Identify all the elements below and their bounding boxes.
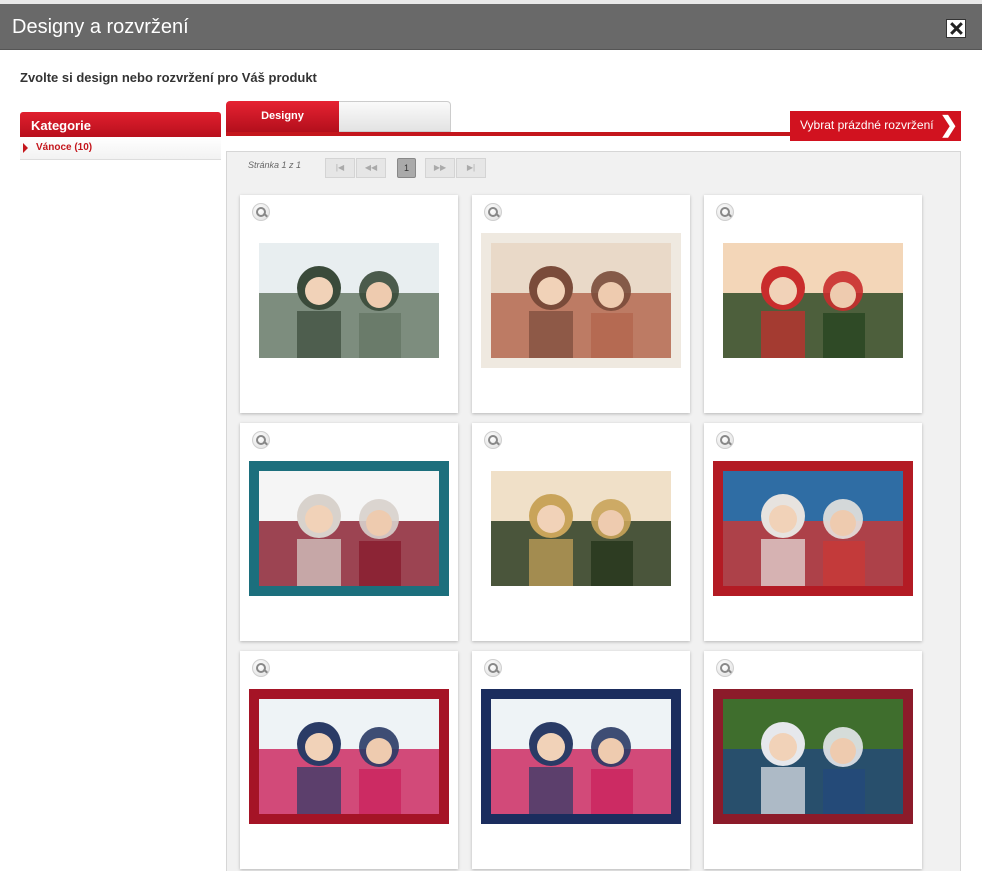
zoom-icon[interactable] <box>716 431 734 449</box>
dialog-title: Designy a rozvržení <box>12 16 189 38</box>
select-blank-layout-button[interactable]: Vybrat prázdné rozvržení ❯ <box>790 111 961 141</box>
zoom-icon[interactable] <box>716 203 734 221</box>
tab-designy[interactable]: Designy <box>226 101 339 132</box>
design-thumbnail <box>713 233 913 368</box>
design-card[interactable] <box>704 651 922 869</box>
design-thumbnail <box>249 233 449 368</box>
design-card[interactable] <box>240 651 458 869</box>
triangle-right-icon <box>23 142 28 153</box>
zoom-icon[interactable] <box>484 659 502 677</box>
category-header: Kategorie <box>20 112 221 137</box>
design-thumbnail <box>249 461 449 596</box>
design-thumbnail <box>481 461 681 596</box>
pager-prev-button[interactable]: ◀◀ <box>356 158 386 178</box>
category-list: Vánoce (10) <box>20 137 221 160</box>
design-card[interactable] <box>240 195 458 413</box>
zoom-icon[interactable] <box>484 431 502 449</box>
pager-first-button[interactable]: |◀ <box>325 158 355 178</box>
design-thumbnail <box>481 689 681 824</box>
design-gallery: Stránka 1 z 1 |◀ ◀◀ 1 ▶▶ ▶| <box>226 151 961 871</box>
select-blank-layout-label: Vybrat prázdné rozvržení <box>800 118 934 132</box>
design-card[interactable] <box>472 195 690 413</box>
pager-last-button[interactable]: ▶| <box>456 158 486 178</box>
dialog-subtitle: Zvolte si design nebo rozvržení pro Váš … <box>20 70 317 85</box>
design-card[interactable] <box>704 195 922 413</box>
title-bar: Designy a rozvržení <box>0 4 982 50</box>
pager-status: Stránka 1 z 1 <box>248 160 302 170</box>
design-card[interactable] <box>240 423 458 641</box>
category-item-label: Vánoce (10) <box>36 142 93 153</box>
design-card[interactable] <box>472 423 690 641</box>
close-icon[interactable] <box>946 19 966 38</box>
zoom-icon[interactable] <box>252 659 270 677</box>
zoom-icon[interactable] <box>252 203 270 221</box>
category-sidebar: Kategorie Vánoce (10) <box>20 112 221 160</box>
zoom-icon[interactable] <box>484 203 502 221</box>
design-thumbnail <box>713 689 913 824</box>
tab-bar: Designy <box>226 101 451 132</box>
design-card[interactable] <box>472 651 690 869</box>
pager-page-current[interactable]: 1 <box>397 158 416 178</box>
design-card[interactable] <box>704 423 922 641</box>
design-dialog: Designy a rozvržení Zvolte si design neb… <box>0 0 982 871</box>
design-thumbnail <box>713 461 913 596</box>
design-thumbnail <box>481 233 681 368</box>
design-thumbnail <box>249 689 449 824</box>
tab-layouts[interactable] <box>339 101 451 132</box>
zoom-icon[interactable] <box>716 659 734 677</box>
zoom-icon[interactable] <box>252 431 270 449</box>
category-item-vanoce[interactable]: Vánoce (10) <box>20 137 221 158</box>
pager-next-button[interactable]: ▶▶ <box>425 158 455 178</box>
chevron-right-icon: ❯ <box>939 112 958 137</box>
